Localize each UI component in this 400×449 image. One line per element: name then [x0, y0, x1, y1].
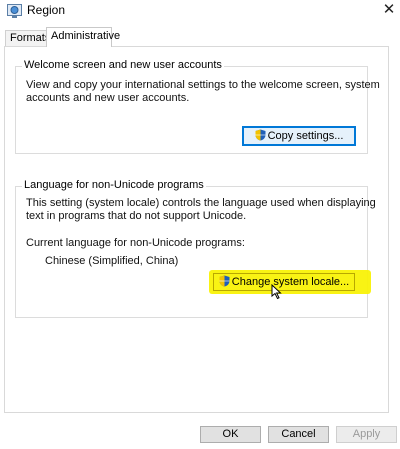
- tab-administrative-label: Administrative: [51, 30, 121, 42]
- cancel-button[interactable]: Cancel: [268, 426, 329, 443]
- current-language-label: Current language for non-Unicode program…: [26, 237, 245, 249]
- change-system-locale-label: Change system locale...: [231, 276, 350, 288]
- region-globe-icon: [7, 4, 22, 18]
- apply-button[interactable]: Apply: [336, 426, 397, 443]
- mouse-pointer-icon: [271, 284, 282, 300]
- copy-settings-label: Copy settings...: [267, 130, 344, 142]
- uac-shield-icon: [255, 129, 266, 141]
- copy-settings-button[interactable]: Copy settings...: [242, 126, 356, 146]
- welcome-description-line1: View and copy your international setting…: [26, 79, 380, 91]
- ok-button[interactable]: OK: [200, 426, 261, 443]
- change-system-locale-button[interactable]: Change system locale...: [213, 273, 355, 291]
- cancel-label: Cancel: [281, 428, 316, 440]
- close-icon: ✕: [382, 1, 396, 18]
- welcome-description-line2: accounts and new user accounts.: [26, 92, 190, 104]
- unicode-description-line1: This setting (system locale) controls th…: [26, 197, 376, 209]
- current-language-value: Chinese (Simplified, China): [45, 255, 179, 267]
- tab-formats-label: Formats: [10, 32, 51, 44]
- unicode-description-line2: text in programs that do not support Uni…: [26, 210, 247, 222]
- tab-formats[interactable]: Formats: [5, 30, 51, 46]
- unicode-group-title: Language for non-Unicode programs: [22, 179, 206, 191]
- welcome-group-title: Welcome screen and new user accounts: [22, 59, 224, 71]
- title-bar: Region ✕: [0, 0, 400, 22]
- uac-shield-icon: [219, 275, 230, 287]
- tab-administrative[interactable]: Administrative: [46, 27, 120, 47]
- ok-label: OK: [222, 428, 239, 440]
- apply-label: Apply: [352, 428, 381, 440]
- close-button[interactable]: ✕: [378, 0, 400, 20]
- window-title: Region: [27, 3, 66, 17]
